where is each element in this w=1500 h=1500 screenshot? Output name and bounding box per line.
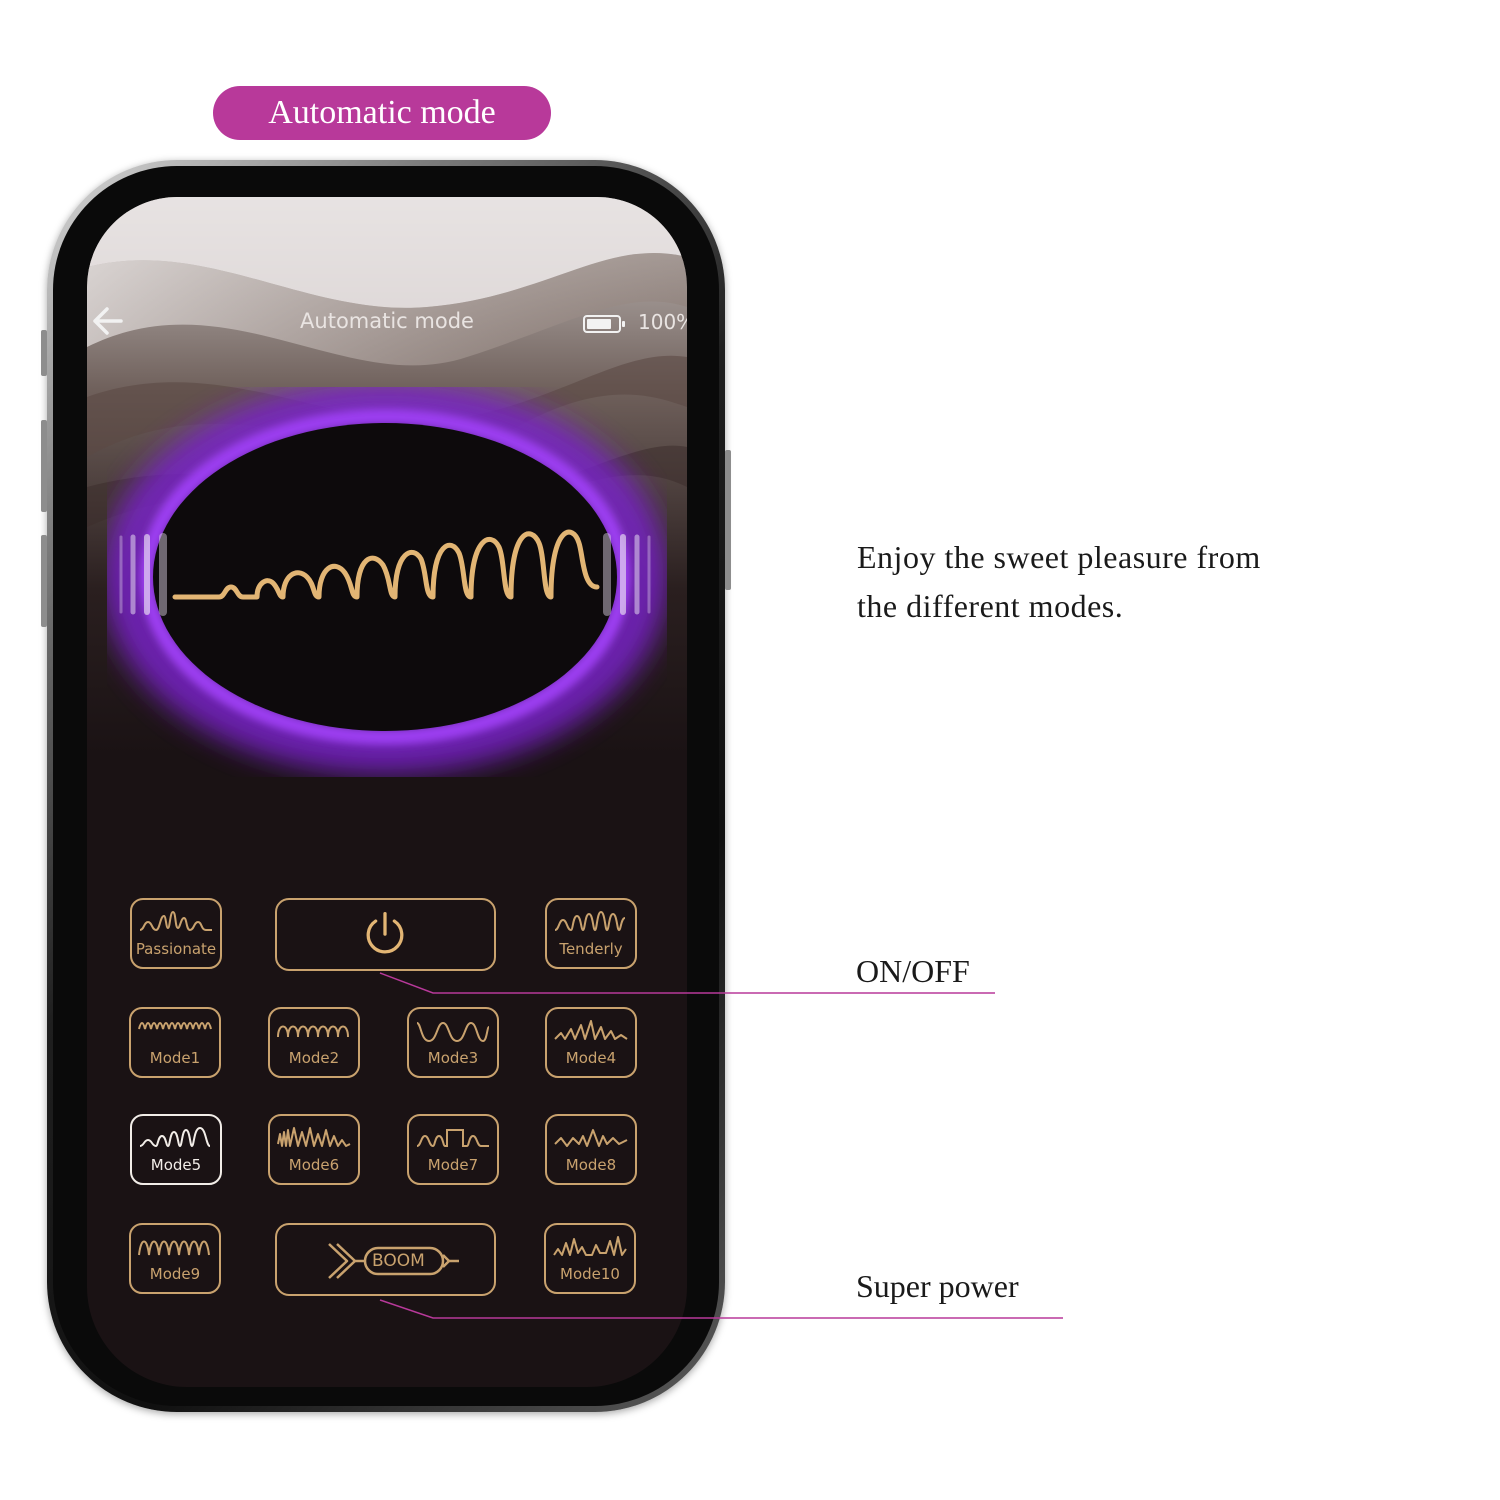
mode2-label: Mode2 [288, 1049, 340, 1067]
passionate-button[interactable]: Passionate [130, 898, 222, 969]
power-icon [366, 911, 404, 954]
mode6-label: Mode6 [288, 1156, 340, 1174]
mode9-button[interactable]: Mode9 [129, 1223, 221, 1294]
mode3-label: Mode3 [427, 1049, 479, 1067]
mode8-button[interactable]: Mode8 [545, 1114, 637, 1185]
ring-inner [153, 423, 617, 731]
vibration-visualizer [107, 387, 667, 774]
power-button[interactable] [275, 898, 496, 971]
mode6-button[interactable]: Mode6 [268, 1114, 360, 1185]
mode1-button[interactable]: Mode1 [129, 1007, 221, 1078]
mode3-button[interactable]: Mode3 [407, 1007, 499, 1078]
mode8-wave-icon [554, 1129, 628, 1147]
mode4-button[interactable]: Mode4 [545, 1007, 637, 1078]
mode6-wave-icon [277, 1127, 351, 1147]
mode8-label: Mode8 [565, 1156, 617, 1174]
mode3-wave-icon [416, 1021, 490, 1043]
mode4-wave-icon [554, 1020, 628, 1040]
mode5-wave-icon [139, 1126, 211, 1148]
mode10-wave-icon [553, 1236, 627, 1256]
super-power-annotation: Super power [856, 1268, 1019, 1304]
mode1-wave-icon [138, 1022, 212, 1030]
description-line-1: Enjoy the sweet pleasure from [857, 539, 1261, 575]
description-line-2: the different modes. [857, 588, 1124, 624]
mode5-button[interactable]: Mode5 [130, 1114, 222, 1185]
battery-percentage: 100% [638, 310, 687, 334]
modes-description: Enjoy the sweet pleasure from the differ… [857, 533, 1261, 631]
tenderly-label: Tenderly [559, 940, 623, 958]
tenderly-button[interactable]: Tenderly [545, 898, 637, 969]
mode5-label: Mode5 [150, 1156, 202, 1174]
mode1-label: Mode1 [149, 1049, 201, 1067]
phone-screen: Automatic mode 100% [87, 197, 687, 1387]
boom-button[interactable]: BOOM [275, 1223, 496, 1296]
passionate-wave-icon [139, 910, 212, 932]
on-off-annotation: ON/OFF [856, 953, 970, 989]
mode9-label: Mode9 [149, 1265, 201, 1283]
mode7-label: Mode7 [427, 1156, 479, 1174]
mode10-label: Mode10 [560, 1265, 620, 1283]
boom-label: BOOM [372, 1251, 425, 1271]
mode9-wave-icon [138, 1240, 210, 1256]
mode10-button[interactable]: Mode10 [544, 1223, 636, 1294]
battery-icon [583, 315, 625, 333]
mode2-button[interactable]: Mode2 [268, 1007, 360, 1078]
phone-side-button [41, 535, 47, 627]
mode7-wave-icon [416, 1129, 489, 1148]
phone-side-button [41, 330, 47, 376]
phone-side-button [725, 450, 731, 590]
phone-side-button [41, 420, 47, 512]
tenderly-wave-icon [554, 910, 626, 932]
mode7-button[interactable]: Mode7 [407, 1114, 499, 1185]
mode4-label: Mode4 [565, 1049, 617, 1067]
automatic-mode-banner: Automatic mode [213, 86, 551, 140]
mode2-wave-icon [277, 1025, 349, 1038]
passionate-label: Passionate [135, 940, 217, 958]
